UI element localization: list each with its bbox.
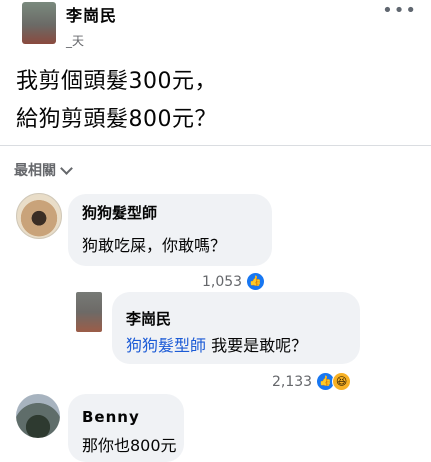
reply-text: 狗狗髮型師 我要是敢呢？ bbox=[126, 332, 307, 356]
post-author-name[interactable]: 李崗民 bbox=[66, 2, 117, 26]
divider bbox=[0, 145, 431, 146]
ellipsis-icon[interactable]: ••• bbox=[382, 0, 417, 21]
comment-sort-dropdown[interactable]: 最相關 bbox=[14, 160, 73, 180]
reaction-count: 1,053 bbox=[202, 273, 243, 290]
reply-author-name[interactable]: 李崗民 bbox=[126, 308, 171, 329]
commenter-name[interactable]: 狗狗髮型師 bbox=[82, 202, 157, 223]
reply-author-avatar[interactable] bbox=[76, 292, 102, 332]
chevron-down-icon bbox=[60, 161, 73, 175]
like-icon: 👍 bbox=[246, 272, 266, 291]
haha-icon: 😆 bbox=[332, 372, 352, 391]
post-text-line-1: 我剪個頭髮300元， bbox=[16, 69, 217, 94]
commenter-name[interactable]: Benny bbox=[82, 408, 140, 426]
comment-text: 那你也800元 bbox=[82, 436, 177, 455]
comment-reactions[interactable]: 1,053 👍 bbox=[202, 272, 266, 291]
post-timestamp[interactable]: _天 bbox=[66, 32, 84, 49]
reply-reactions[interactable]: 2,133 👍 😆 bbox=[272, 372, 352, 391]
comment-text: 狗敢吃屎，你敢嗎？ bbox=[82, 236, 227, 255]
sort-label: 最相關 bbox=[14, 163, 56, 179]
post-text-line-2: 給狗剪頭髮800元？ bbox=[16, 107, 217, 132]
mention-link[interactable]: 狗狗髮型師 bbox=[126, 336, 206, 355]
reaction-count: 2,133 bbox=[272, 373, 313, 390]
reply-text-body: 我要是敢呢？ bbox=[206, 336, 308, 355]
commenter-avatar-benny[interactable] bbox=[16, 394, 60, 438]
post-author-avatar[interactable] bbox=[22, 2, 56, 44]
commenter-avatar-dog-stylist[interactable] bbox=[16, 193, 62, 239]
